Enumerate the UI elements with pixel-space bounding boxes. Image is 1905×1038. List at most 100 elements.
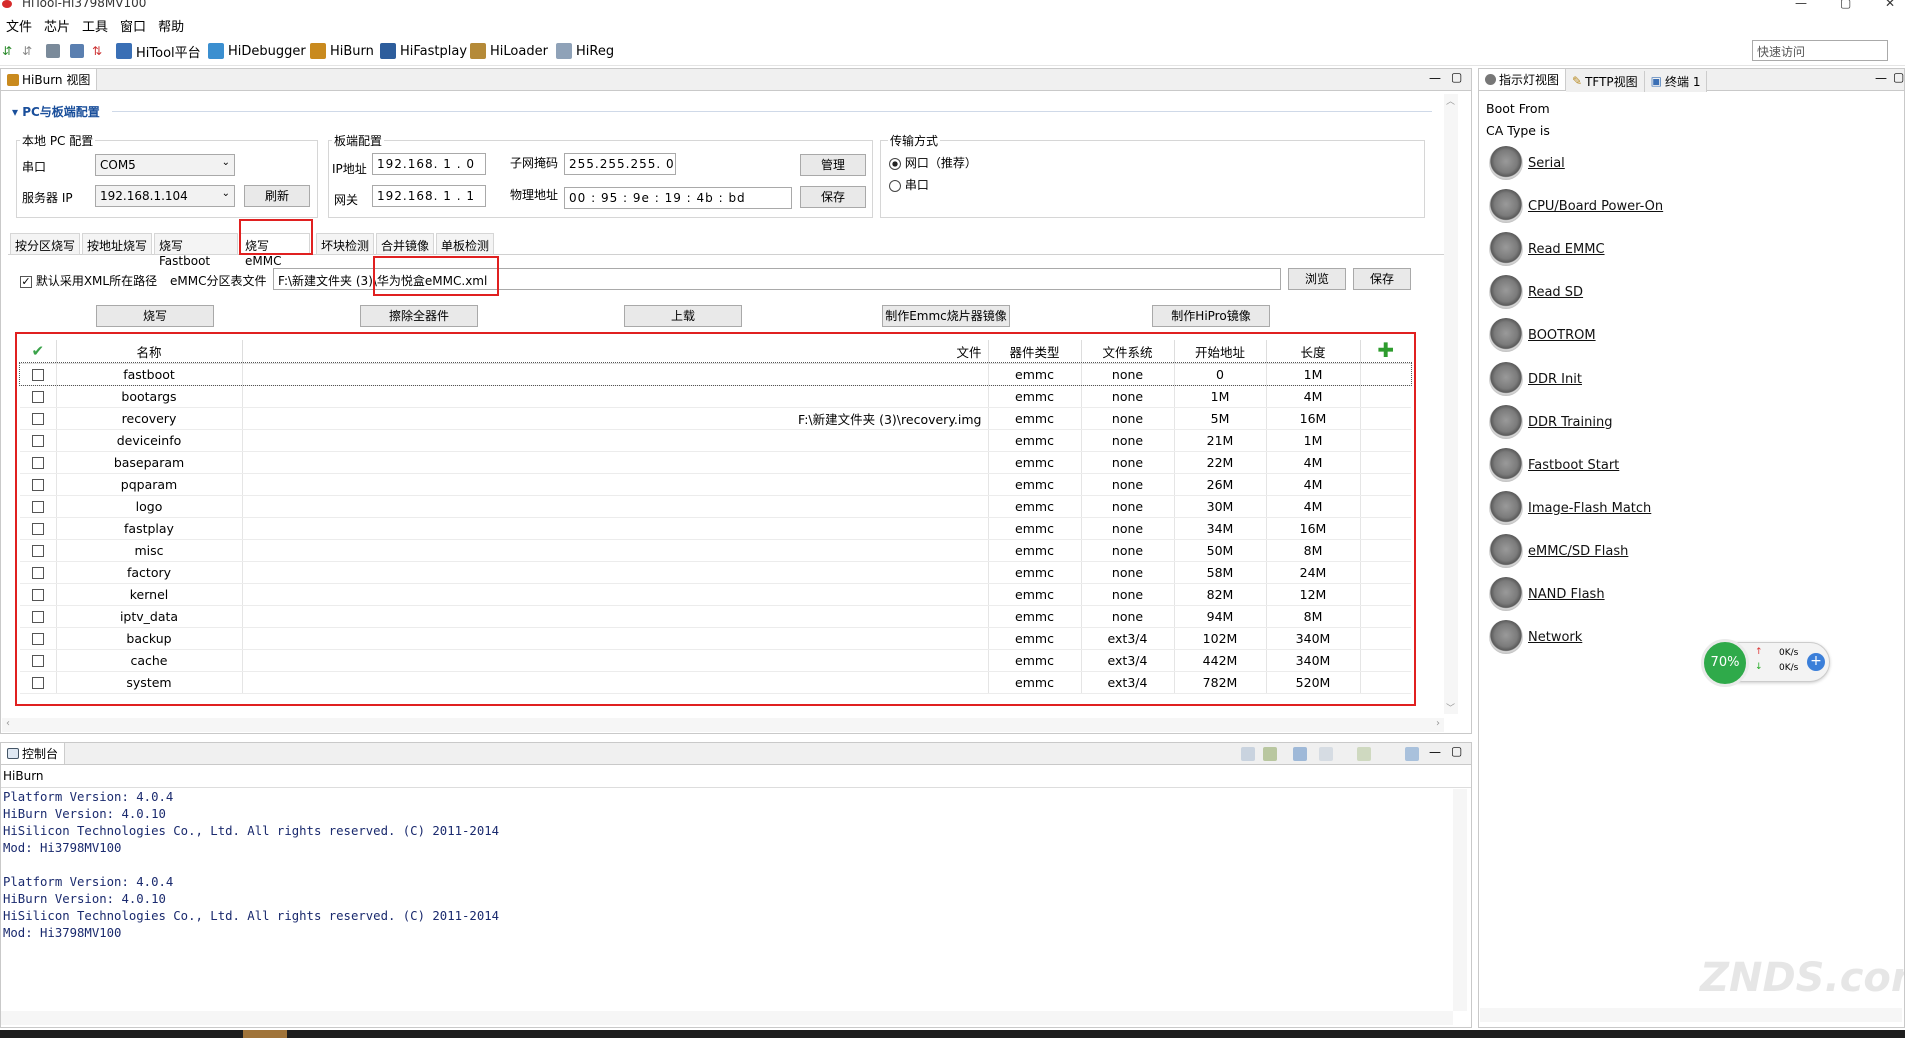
server-ip-select[interactable]: 192.168.1.104 ⌄ xyxy=(95,185,235,207)
save-xml-button[interactable]: 保存 xyxy=(1353,268,1411,290)
led-label[interactable]: CPU/Board Power-On xyxy=(1528,199,1663,214)
use-xml-path-checkbox[interactable]: ✓ 默认采用XML所在路径 xyxy=(20,272,157,289)
tab-console[interactable]: 控制台 xyxy=(1,743,66,764)
tab-board-check[interactable]: 单板检测 xyxy=(436,233,494,255)
row-checkbox[interactable] xyxy=(20,583,57,606)
led-label[interactable]: Read SD xyxy=(1528,285,1583,300)
gateway-field[interactable]: 192.168. 1 . 1 xyxy=(372,185,486,207)
row-checkbox[interactable] xyxy=(20,451,57,474)
led-label[interactable]: NAND Flash xyxy=(1528,587,1605,602)
table-row[interactable]: recovery F:\新建文件夹 (3)\recovery.img emmc non… xyxy=(20,407,1411,430)
led-label[interactable]: DDR Training xyxy=(1528,415,1612,430)
save-board-button[interactable]: 保存 xyxy=(800,186,866,208)
make-hipro-image-button[interactable]: 制作HiPro镜像 xyxy=(1152,305,1270,327)
table-row[interactable]: factory emmc none 58M 24M xyxy=(20,561,1411,584)
close-button[interactable]: ✕ xyxy=(1885,0,1895,10)
serial-port-select[interactable]: COM5 ⌄ xyxy=(95,154,235,176)
row-checkbox[interactable] xyxy=(20,385,57,408)
maximize-right-icon[interactable]: ▢ xyxy=(1893,70,1904,84)
console-horizontal-scrollbar[interactable] xyxy=(1,1011,1453,1025)
tool-icon[interactable] xyxy=(70,44,84,58)
hireg-button[interactable]: HiReg xyxy=(556,41,614,61)
scroll-lock-icon[interactable] xyxy=(1263,747,1277,761)
connect-icon[interactable]: ⇵ xyxy=(2,44,16,58)
led-label[interactable]: Network xyxy=(1528,630,1582,645)
manage-button[interactable]: 管理 xyxy=(800,154,866,176)
led-label[interactable]: Fastboot Start xyxy=(1528,458,1619,473)
upload-button[interactable]: 上载 xyxy=(624,305,742,327)
minimize-console-icon[interactable]: — xyxy=(1429,745,1441,759)
table-row[interactable]: bootargs emmc none 1M 4M xyxy=(20,385,1411,408)
table-row[interactable]: iptv_data emmc none 94M 8M xyxy=(20,605,1411,628)
maximize-console-icon[interactable]: ▢ xyxy=(1451,744,1462,758)
ip-address-field[interactable]: 192.168. 1 . 0 xyxy=(372,153,486,175)
led-label[interactable]: BOOTROM xyxy=(1528,328,1596,343)
network-speed-widget[interactable]: 70% ↑ 0K/s ↓ 0K/s + xyxy=(1701,639,1830,687)
menu-help[interactable]: 帮助 xyxy=(152,14,190,35)
table-row[interactable]: misc emmc none 50M 8M xyxy=(20,539,1411,562)
table-row[interactable]: deviceinfo emmc none 21M 1M xyxy=(20,429,1411,452)
row-checkbox[interactable] xyxy=(20,671,57,694)
led-label[interactable]: Read EMMC xyxy=(1528,242,1605,257)
hifastplay-button[interactable]: HiFastplay xyxy=(380,41,467,61)
make-emmc-image-button[interactable]: 制作Emmc烧片器镜像 xyxy=(882,305,1010,327)
table-row[interactable]: baseparam emmc none 22M 4M xyxy=(20,451,1411,474)
tab-partition-burn[interactable]: 按分区烧写 xyxy=(10,233,80,255)
tab-address-burn[interactable]: 按地址烧写 xyxy=(82,233,152,255)
hitool-platform-button[interactable]: HiTool平台 xyxy=(116,41,201,61)
tab-indicator-view[interactable]: 指示灯视图 xyxy=(1479,69,1567,90)
open-console-icon[interactable] xyxy=(1357,747,1371,761)
row-checkbox[interactable] xyxy=(20,429,57,452)
minimize-view-icon[interactable]: — xyxy=(1429,71,1441,85)
row-checkbox[interactable] xyxy=(20,407,57,430)
subnet-mask-field[interactable]: 255.255.255. 0 xyxy=(564,153,676,175)
menu-chip[interactable]: 芯片 xyxy=(38,14,76,35)
clear-console-icon[interactable] xyxy=(1241,747,1255,761)
settings-icon[interactable] xyxy=(46,44,60,58)
minimize-button[interactable]: — xyxy=(1795,0,1807,10)
led-label[interactable]: Image-Flash Match xyxy=(1528,501,1651,516)
menu-window[interactable]: 窗口 xyxy=(114,14,152,35)
maximize-button[interactable]: ▢ xyxy=(1840,0,1851,10)
burn-button[interactable]: 烧写 xyxy=(96,305,214,327)
menu-file[interactable]: 文件 xyxy=(0,14,38,35)
pin-console-icon[interactable] xyxy=(1293,747,1307,761)
row-checkbox[interactable] xyxy=(20,363,57,386)
led-label[interactable]: Serial xyxy=(1528,156,1565,171)
display-console-icon[interactable] xyxy=(1319,747,1333,761)
erase-all-button[interactable]: 擦除全器件 xyxy=(360,305,478,327)
row-checkbox[interactable] xyxy=(20,649,57,672)
console-vertical-scrollbar[interactable] xyxy=(1453,789,1467,1011)
table-row[interactable]: fastboot emmc none 0 1M xyxy=(19,362,1412,386)
table-row[interactable]: kernel emmc none 82M 12M xyxy=(20,583,1411,606)
new-console-icon[interactable] xyxy=(1405,747,1419,761)
hidebugger-button[interactable]: HiDebugger xyxy=(208,41,306,61)
row-checkbox[interactable] xyxy=(20,605,57,628)
tab-tftp-view[interactable]: ✎ TFTP视图 xyxy=(1566,70,1645,92)
row-checkbox[interactable] xyxy=(20,561,57,584)
transfer-net-radio[interactable]: 网口（推荐） xyxy=(889,154,977,171)
tab-merge-image[interactable]: 合并镜像 xyxy=(376,233,434,255)
tab-terminal-1[interactable]: ▣ 终端 1 xyxy=(1644,70,1708,92)
quick-access-input[interactable]: 快速访问 xyxy=(1752,40,1888,61)
hiburn-vertical-scrollbar[interactable]: ︿ ﹀ xyxy=(1444,94,1458,714)
led-label[interactable]: DDR Init xyxy=(1528,372,1582,387)
hiburn-horizontal-scrollbar[interactable]: ‹ › xyxy=(2,718,1444,732)
mac-address-field[interactable]: 00 : 95 : 9e : 19 : 4b : bd xyxy=(564,187,792,209)
table-row[interactable]: pqparam emmc none 26M 4M xyxy=(20,473,1411,496)
maximize-view-icon[interactable]: ▢ xyxy=(1451,70,1462,84)
minimize-right-icon[interactable]: — xyxy=(1875,71,1887,85)
transfer-serial-radio[interactable]: 串口 xyxy=(889,176,929,193)
tab-badblock-check[interactable]: 坏块检测 xyxy=(316,233,374,255)
select-all-check[interactable]: ✔ xyxy=(20,340,57,364)
refresh-button[interactable]: 刷新 xyxy=(244,185,310,207)
row-checkbox[interactable] xyxy=(20,517,57,540)
table-row[interactable]: backup emmc ext3/4 102M 340M xyxy=(20,627,1411,650)
row-checkbox[interactable] xyxy=(20,473,57,496)
menu-tools[interactable]: 工具 xyxy=(76,14,114,35)
section-title[interactable]: ▾ PC与板端配置 xyxy=(12,103,100,120)
disconnect-icon[interactable]: ⇵ xyxy=(22,44,36,58)
row-checkbox[interactable] xyxy=(20,495,57,518)
hiburn-button[interactable]: HiBurn xyxy=(310,41,374,61)
hiloader-button[interactable]: HiLoader xyxy=(470,41,548,61)
